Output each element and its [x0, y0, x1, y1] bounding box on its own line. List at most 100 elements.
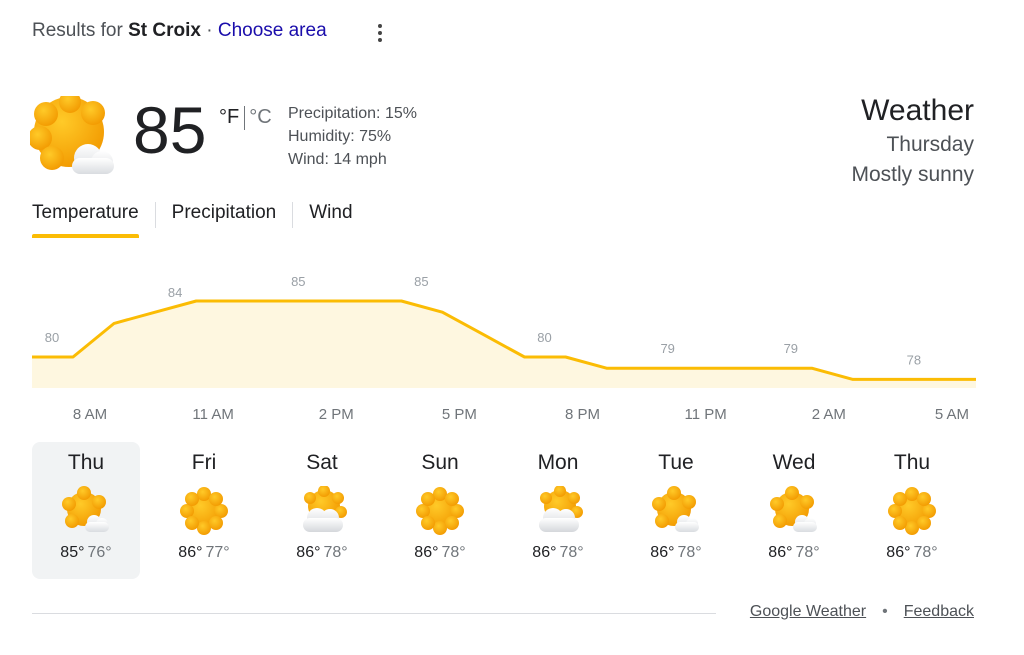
forecast-temps: 86° 78°	[740, 544, 848, 562]
chart-tabs: Temperature Precipitation Wind	[32, 202, 353, 238]
temperature-value-label: 79	[784, 341, 798, 356]
forecast-high: 85°	[60, 544, 85, 561]
forecast-day-thu[interactable]: Thu 85° 76°	[32, 442, 140, 579]
summary-condition: Mostly sunny	[851, 163, 974, 186]
sun-icon	[887, 486, 937, 536]
tab-divider	[154, 202, 156, 228]
wind-text: Wind: 14 mph	[288, 151, 387, 168]
time-tick-label: 5 AM	[934, 406, 969, 423]
forecast-day-tue[interactable]: Tue 86° 78°	[622, 442, 730, 579]
unit-toggle: °F °C	[219, 106, 272, 130]
time-tick-label: 11 AM	[192, 406, 234, 423]
dot-icon	[378, 31, 382, 35]
results-prefix: Results for	[32, 20, 123, 41]
sun-big-cloud-icon	[533, 485, 583, 536]
current-temperature: 85	[133, 93, 207, 167]
forecast-low: 78°	[323, 544, 348, 561]
time-tick-label: 8 AM	[72, 406, 108, 423]
forecast-high: 86°	[296, 544, 321, 561]
forecast-temps: 85° 76°	[32, 544, 140, 562]
forecast-low: 78°	[677, 544, 702, 561]
humidity-text: Humidity: 75%	[288, 128, 392, 145]
time-tick-label: 5 PM	[441, 406, 477, 423]
forecast-temps: 86° 78°	[622, 544, 730, 562]
temperature-value-label: 80	[537, 330, 551, 345]
forecast-high: 86°	[650, 544, 675, 561]
forecast-temps: 86° 78°	[504, 544, 612, 562]
time-tick-label: 2 AM	[811, 406, 846, 423]
forecast-day-mon[interactable]: Mon 86° 78°	[504, 442, 612, 579]
sun-cloud-icon	[651, 486, 701, 536]
sun-icon	[179, 486, 229, 536]
forecast-high: 86°	[532, 544, 557, 561]
temperature-chart: 80 84 85 85 80 79 79 78	[32, 274, 976, 388]
time-tick-label: 2 PM	[318, 406, 354, 423]
location-name: St Croix	[128, 20, 201, 41]
temperature-value-label: 79	[660, 341, 674, 356]
forecast-low: 78°	[795, 544, 820, 561]
forecast-high: 86°	[178, 544, 203, 561]
google-weather-link[interactable]: Google Weather	[750, 603, 866, 621]
forecast-day-name: Sun	[421, 451, 459, 474]
dot-icon	[378, 24, 382, 28]
tab-divider	[292, 202, 294, 228]
forecast-day-name: Sat	[306, 451, 338, 474]
forecast-temps: 86° 78°	[268, 544, 376, 562]
forecast-day-fri[interactable]: Fri 86° 77°	[150, 442, 258, 579]
summary-day: Thursday	[886, 133, 974, 156]
footer-separator: •	[882, 603, 888, 620]
feedback-link[interactable]: Feedback	[904, 603, 974, 621]
dot-icon	[378, 38, 382, 42]
forecast-day-name: Thu	[893, 451, 931, 474]
sun-cloud-icon	[28, 91, 116, 183]
temperature-value-label: 80	[45, 330, 59, 345]
forecast-temps: 86° 78°	[858, 544, 966, 562]
forecast-low: 78°	[913, 544, 938, 561]
temperature-value-label: 78	[907, 352, 921, 367]
tab-precipitation[interactable]: Precipitation	[172, 202, 277, 238]
forecast-low: 77°	[205, 544, 230, 561]
sun-cloud-icon	[61, 486, 111, 536]
tab-wind[interactable]: Wind	[309, 202, 352, 238]
weather-summary: Weather Thursday Mostly sunny	[851, 92, 974, 190]
temperature-value-label: 85	[414, 274, 428, 289]
temperature-value-label: 84	[168, 285, 182, 300]
current-details: Precipitation: 15% Humidity: 75% Wind: 1…	[288, 102, 417, 171]
forecast-day-name: Fri	[191, 451, 217, 474]
unit-divider	[244, 106, 246, 130]
forecast-day-wed[interactable]: Wed 86° 78°	[740, 442, 848, 579]
daily-forecast: Thu 85° 76° Fri 86° 77° Sat 86° 78° Sun 86° 78° Mon 8…	[32, 442, 976, 580]
fahrenheit-unit[interactable]: °F	[219, 106, 239, 129]
sun-icon	[415, 486, 465, 536]
forecast-day-name: Wed	[772, 451, 816, 474]
results-for-line: Results for St Croix · Choose area	[32, 20, 327, 42]
forecast-high: 86°	[414, 544, 439, 561]
forecast-day-thu[interactable]: Thu 86° 78°	[858, 442, 966, 579]
forecast-day-name: Mon	[537, 451, 579, 474]
forecast-high: 86°	[768, 544, 793, 561]
dot-separator: ·	[206, 20, 213, 41]
celsius-unit[interactable]: °C	[249, 106, 271, 129]
footer: Google Weather • Feedback	[750, 603, 974, 621]
sun-cloud-icon	[769, 486, 819, 536]
forecast-low: 78°	[559, 544, 584, 561]
footer-divider	[32, 613, 716, 614]
forecast-day-sun[interactable]: Sun 86° 78°	[386, 442, 494, 579]
forecast-temps: 86° 78°	[386, 544, 494, 562]
weather-title: Weather	[861, 94, 974, 127]
sun-big-cloud-icon	[297, 485, 347, 536]
choose-area-link[interactable]: Choose area	[218, 20, 327, 41]
forecast-day-name: Thu	[67, 451, 105, 474]
tab-temperature[interactable]: Temperature	[32, 202, 139, 238]
forecast-day-name: Tue	[658, 451, 694, 474]
temperature-value-label: 85	[291, 274, 305, 289]
more-options-button[interactable]	[368, 20, 392, 46]
time-tick-label: 8 PM	[565, 406, 601, 423]
forecast-high: 86°	[886, 544, 911, 561]
forecast-day-sat[interactable]: Sat 86° 78°	[268, 442, 376, 579]
time-axis: 8 AM 11 AM 2 PM 5 PM 8 PM 11 PM 2 AM 5 AM	[32, 406, 976, 426]
forecast-temps: 86° 77°	[150, 544, 258, 562]
precipitation-text: Precipitation: 15%	[288, 105, 417, 122]
time-tick-label: 11 PM	[684, 406, 727, 423]
forecast-low: 78°	[441, 544, 466, 561]
